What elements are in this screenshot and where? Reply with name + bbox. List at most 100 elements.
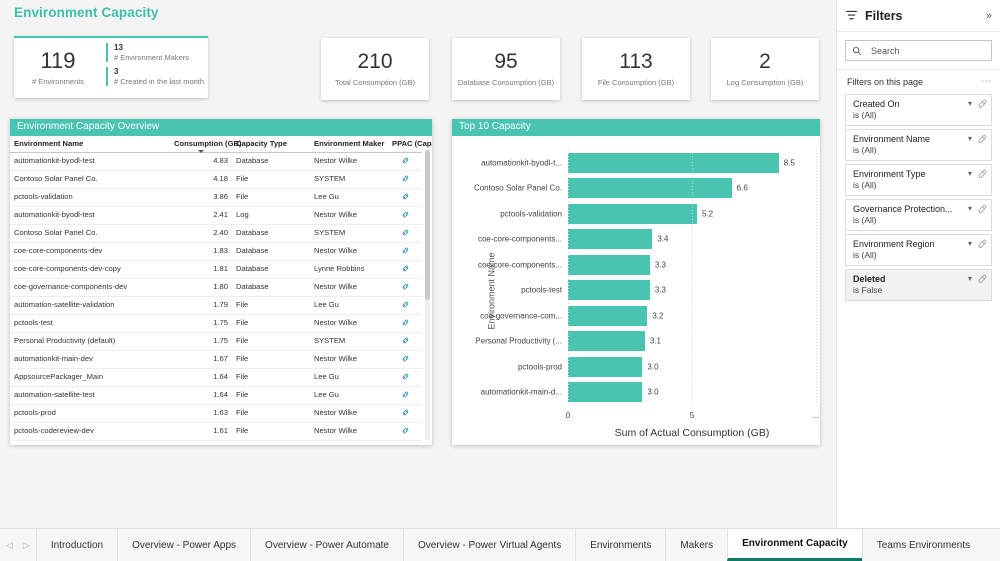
cell-ppac-link[interactable] xyxy=(388,314,422,333)
column-header-capacity-type[interactable]: Capacity Type xyxy=(232,136,310,153)
filter-card[interactable]: Environment Name is (All) ▾ xyxy=(845,129,992,161)
link-icon[interactable] xyxy=(401,372,410,381)
link-icon[interactable] xyxy=(401,390,410,399)
cell-ppac-link[interactable] xyxy=(388,260,422,279)
column-header-environment-name[interactable]: Environment Name xyxy=(10,136,170,153)
table-row[interactable]: automationkit-main-dev 1.67 File Nestor Wil… xyxy=(10,350,422,369)
link-icon[interactable] xyxy=(401,282,410,291)
cell-ppac-link[interactable] xyxy=(388,332,422,351)
filter-card[interactable]: Environment Region is (All) ▾ xyxy=(845,234,992,266)
cell-ppac-link[interactable] xyxy=(388,422,422,441)
table-row[interactable]: coe-core-components-dev 1.83 Database Nesto… xyxy=(10,242,422,261)
cell-ppac-link[interactable] xyxy=(388,368,422,387)
table-row[interactable]: automation-satellite-validation 1.79 File L… xyxy=(10,296,422,315)
chevron-double-right-icon[interactable]: » xyxy=(986,10,992,22)
link-icon[interactable] xyxy=(401,192,410,201)
table-row[interactable]: AppsourcePackager_Main 1.64 File Lee Gu xyxy=(10,368,422,387)
page-tab[interactable]: Environments xyxy=(575,529,666,561)
table-row[interactable]: pctools-validation 3.86 File Lee Gu xyxy=(10,188,422,207)
table-scrollbar-thumb[interactable] xyxy=(425,150,430,300)
filter-card[interactable]: Deleted is False ▾ xyxy=(845,269,992,301)
table-row[interactable]: Personal Productivity (default) 1.75 File S… xyxy=(10,332,422,351)
column-header-consumption[interactable]: Consumption (GB) xyxy=(170,136,242,153)
page-tab[interactable]: Introduction xyxy=(35,529,118,561)
chart-bar[interactable] xyxy=(568,203,697,224)
filters-search-box[interactable]: Search xyxy=(845,40,992,61)
table-row[interactable]: pctools-codereview-dev 1.61 File Nestor Wil… xyxy=(10,422,422,441)
chart-bar[interactable] xyxy=(568,254,650,275)
chevron-down-icon[interactable]: ▾ xyxy=(968,134,972,143)
eraser-icon[interactable] xyxy=(977,133,987,143)
link-icon[interactable] xyxy=(401,228,410,237)
chevron-down-icon[interactable]: ▾ xyxy=(968,204,972,213)
cell-ppac-link[interactable] xyxy=(388,404,422,423)
chevron-down-icon[interactable]: ▾ xyxy=(968,99,972,108)
table-row[interactable]: Contoso Solar Panel Co. 4.18 File SYSTEM xyxy=(10,170,422,189)
ellipsis-icon[interactable]: ⋯ xyxy=(981,76,992,87)
chart-plot-area[interactable]: Environment Name automationkit-byodl-t..… xyxy=(452,136,820,445)
kpi-card-file-consumption[interactable]: 113 File Consumption (GB) xyxy=(582,38,690,100)
filter-card[interactable]: Environment Type is (All) ▾ xyxy=(845,164,992,196)
link-icon[interactable] xyxy=(401,174,410,183)
link-icon[interactable] xyxy=(401,336,410,345)
page-tab[interactable]: Overview - Power Apps xyxy=(117,529,251,561)
triangle-left-icon[interactable]: ◁ xyxy=(6,540,13,551)
table-row[interactable]: coe-core-components-dev-copy 1.81 Database… xyxy=(10,260,422,279)
page-tab[interactable]: Makers xyxy=(665,529,728,561)
chart-bar[interactable] xyxy=(568,178,732,199)
cell-ppac-link[interactable] xyxy=(388,206,422,225)
chart-bar[interactable] xyxy=(568,331,645,352)
cell-ppac-link[interactable] xyxy=(388,224,422,243)
page-tab[interactable]: Overview - Power Automate xyxy=(250,529,403,561)
eraser-icon[interactable] xyxy=(977,203,987,213)
table-row[interactable]: automation-satellite-test 1.64 File Lee Gu xyxy=(10,386,422,405)
page-tab[interactable]: Teams Environments xyxy=(861,529,985,561)
cell-ppac-link[interactable] xyxy=(388,386,422,405)
chevron-down-icon[interactable]: ▾ xyxy=(968,169,972,178)
chart-bar[interactable] xyxy=(568,382,643,403)
kpi-card-total-consumption[interactable]: 210 Total Consumption (GB) xyxy=(321,38,429,100)
filter-card[interactable]: Governance Protection... is (All) ▾ xyxy=(845,199,992,231)
chevron-down-icon[interactable]: ▾ xyxy=(968,274,972,283)
link-icon[interactable] xyxy=(401,210,410,219)
cell-ppac-link[interactable] xyxy=(388,170,422,189)
cell-ppac-link[interactable] xyxy=(388,350,422,369)
link-icon[interactable] xyxy=(401,444,410,445)
link-icon[interactable] xyxy=(401,408,410,417)
table-row[interactable]: coe-nurture-components-dev1.59FileNestor… xyxy=(10,440,422,445)
eraser-icon[interactable] xyxy=(977,98,987,108)
kpi-card-log-consumption[interactable]: 2 Log Consumption (GB) xyxy=(711,38,819,100)
table-row[interactable]: pctools-test 1.75 File Nestor Wilke xyxy=(10,314,422,333)
eraser-icon[interactable] xyxy=(977,273,987,283)
chart-bar[interactable] xyxy=(568,152,779,173)
table-row[interactable]: pctools-prod 1.63 File Nestor Wilke xyxy=(10,404,422,423)
link-icon[interactable] xyxy=(401,354,410,363)
eraser-icon[interactable] xyxy=(977,168,987,178)
table-row[interactable]: Contoso Solar Panel Co. 2.40 Database SYSTE… xyxy=(10,224,422,243)
link-icon[interactable] xyxy=(401,426,410,435)
chart-bar[interactable] xyxy=(568,280,650,301)
chevron-down-icon[interactable]: ▾ xyxy=(968,239,972,248)
table-row[interactable]: automationkit-byodl-test 4.83 Database Nest… xyxy=(10,152,422,171)
triangle-right-icon[interactable]: ▷ xyxy=(23,540,30,551)
link-icon[interactable] xyxy=(401,300,410,309)
link-icon[interactable] xyxy=(401,264,410,273)
cell-ppac-link[interactable] xyxy=(388,296,422,315)
table-scroll-area[interactable]: Environment Name Consumption (GB) Capaci… xyxy=(10,136,432,445)
link-icon[interactable] xyxy=(401,156,410,165)
kpi-card-environments[interactable]: 119 # Environments 13 # Environment Make… xyxy=(14,36,208,98)
cell-ppac-link[interactable] xyxy=(388,152,422,171)
column-header-environment-maker[interactable]: Environment Maker xyxy=(310,136,388,153)
table-row[interactable]: coe-governance-components-dev 1.80 Databas… xyxy=(10,278,422,297)
link-icon[interactable] xyxy=(401,246,410,255)
table-row[interactable]: automationkit-byodl-test 2.41 Log Nestor Wi… xyxy=(10,206,422,225)
page-tab[interactable]: Overview - Power Virtual Agents xyxy=(402,529,576,561)
chart-bar[interactable] xyxy=(568,229,653,250)
page-tab[interactable]: Environment Capacity xyxy=(727,529,862,561)
eraser-icon[interactable] xyxy=(977,238,987,248)
kpi-card-database-consumption[interactable]: 95 Database Consumption (GB) xyxy=(452,38,560,100)
filter-card[interactable]: Created On is (All) ▾ xyxy=(845,94,992,126)
link-icon[interactable] xyxy=(401,318,410,327)
cell-ppac-link[interactable] xyxy=(388,188,422,207)
chart-bar[interactable] xyxy=(568,305,648,326)
